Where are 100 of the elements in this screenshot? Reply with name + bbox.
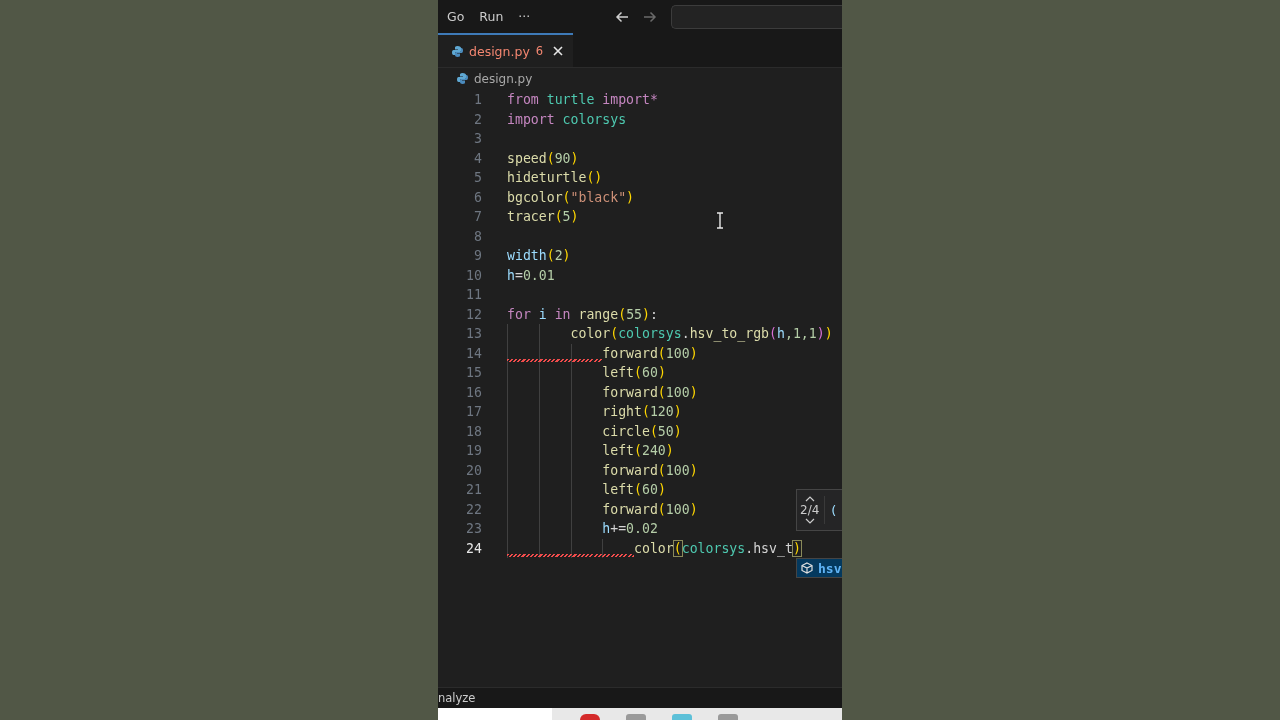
signature-text: (	[831, 502, 837, 518]
close-icon[interactable]	[553, 46, 564, 56]
line-number: 2	[473, 111, 482, 127]
bracket: (	[610, 326, 619, 342]
bracket: (	[634, 482, 642, 498]
chevron-up-icon[interactable]	[804, 496, 815, 502]
variable-name: i	[538, 306, 548, 322]
string-literal: "black"	[570, 189, 627, 205]
bracket: (	[657, 501, 666, 517]
line-number: 6	[473, 189, 482, 205]
code-text: hsv_t	[753, 540, 793, 556]
line-number: 5	[473, 170, 482, 186]
function-name: bgcolor	[507, 189, 563, 205]
number-literal: 100	[665, 462, 690, 478]
bracket: )	[673, 423, 682, 439]
number-literal: ,1,1	[784, 326, 817, 342]
chevron-down-icon[interactable]	[804, 518, 815, 524]
number-literal: 120	[649, 404, 674, 420]
bracket: (	[546, 150, 555, 166]
number-literal: 0.02	[626, 521, 658, 537]
back-arrow-icon[interactable]	[615, 10, 630, 23]
function-name: hideturtle	[507, 170, 587, 186]
line-number: 8	[473, 228, 482, 244]
bracket: )	[673, 404, 682, 420]
number-literal: 90	[554, 150, 571, 166]
cube-icon	[801, 562, 813, 574]
bracket: )	[689, 462, 698, 478]
function-name: circle	[602, 423, 650, 439]
function-name: left	[602, 365, 635, 381]
line-number: 7	[473, 209, 482, 225]
function-name: forward	[602, 501, 658, 517]
overload-counter: 2/4	[800, 503, 820, 517]
number-literal: 100	[665, 384, 690, 400]
bracket: (	[641, 404, 650, 420]
breadcrumb-item[interactable]: design.py	[474, 71, 533, 86]
bracket: )	[562, 248, 571, 264]
variable-name: h	[602, 521, 611, 537]
bracket: (	[618, 306, 627, 322]
menu-item[interactable]: Run	[479, 9, 504, 24]
keyword: in	[554, 306, 572, 322]
bracket: )	[689, 501, 698, 517]
keyword: from	[507, 92, 540, 108]
number-literal: 240	[642, 443, 666, 459]
function-name: left	[602, 482, 635, 498]
bracket: (	[554, 209, 563, 225]
bracket: )	[665, 443, 674, 459]
operator: =	[514, 267, 523, 283]
number-literal: 100	[665, 345, 690, 361]
function-name: right	[602, 404, 642, 420]
module-name: colorsys	[618, 326, 682, 342]
function-name: hsv_to_rgb	[689, 326, 770, 342]
line-number: 4	[473, 150, 482, 166]
line-number: 16	[465, 384, 482, 400]
bracket: (	[769, 326, 777, 342]
function-name: color	[570, 326, 611, 342]
line-number: 1	[473, 92, 482, 108]
menu-item[interactable]: Go	[447, 9, 465, 24]
operator: .	[681, 326, 690, 342]
bracket: ()	[586, 170, 603, 186]
search-field[interactable]	[671, 4, 842, 29]
editor-tab[interactable]: design.py 6	[438, 33, 574, 67]
line-number: 14	[465, 345, 482, 361]
bracket: )	[570, 150, 579, 166]
bracket: )	[689, 345, 698, 361]
bracket: )	[570, 209, 579, 225]
number-literal: 55	[626, 306, 643, 322]
keyword: import	[507, 111, 556, 127]
bracket: (	[634, 443, 642, 459]
python-file-icon	[452, 45, 463, 57]
line-number: 11	[465, 287, 482, 303]
text-cursor-icon	[716, 212, 724, 229]
module-name: colorsys	[562, 111, 627, 127]
line-number: 22	[465, 501, 482, 517]
bracket: (	[634, 365, 642, 381]
function-name: forward	[602, 345, 658, 361]
bracket: )	[657, 365, 666, 381]
function-name: tracer	[507, 209, 555, 225]
suggestion-item[interactable]: hsv	[796, 558, 842, 578]
keyword: for	[507, 306, 532, 322]
function-name: range	[578, 306, 619, 322]
line-number: 19	[465, 443, 482, 459]
line-number: 20	[465, 462, 482, 478]
module-name: colorsys	[681, 540, 746, 556]
keyword: import*	[602, 92, 658, 108]
bracket: (	[649, 423, 658, 439]
function-name: color	[634, 540, 674, 556]
function-name: forward	[602, 462, 658, 478]
bracket: )	[626, 189, 635, 205]
menu-item[interactable]: ···	[518, 9, 531, 24]
number-literal: 100	[665, 501, 690, 517]
taskbar-icon[interactable]	[580, 714, 600, 720]
number-literal: 60	[642, 365, 658, 381]
variable-name: h	[777, 326, 785, 342]
function-name: left	[602, 443, 635, 459]
problem-count: 6	[535, 44, 544, 58]
bracket: )	[816, 326, 825, 342]
operator: +=	[610, 521, 627, 537]
matched-bracket: (	[673, 540, 682, 556]
matched-bracket: )	[792, 540, 801, 556]
python-file-icon	[457, 73, 468, 84]
